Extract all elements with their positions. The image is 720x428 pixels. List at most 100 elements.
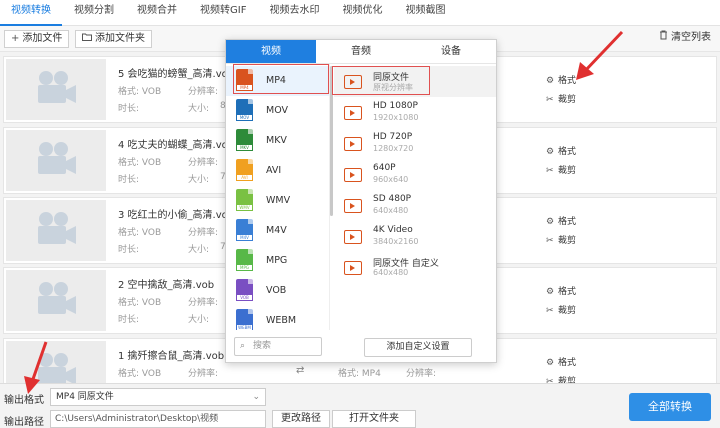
video-play-icon [344, 199, 362, 213]
output-resolution: 分辨率: [406, 369, 437, 379]
format-settings-button[interactable]: ⚙ 格式 [546, 144, 576, 157]
quality-title: HD 1080P [373, 101, 418, 111]
format-label: 格式 [558, 147, 577, 157]
file-duration: 时长: [118, 315, 140, 325]
video-thumbnail [6, 200, 106, 261]
add-folder-button[interactable]: 添加文件夹 [75, 30, 152, 48]
trim-label: 裁剪 [558, 306, 577, 316]
add-file-label: 添加文件 [22, 33, 63, 44]
tab-video-to-gif[interactable]: 视频转GIF [189, 0, 257, 26]
file-name: 2 空中擒敌_高清.vob [118, 280, 215, 291]
clear-list-button[interactable]: 清空列表 [659, 30, 711, 48]
format-label: 格式 [558, 358, 577, 368]
quality-title: 4K Video [373, 225, 413, 235]
quality-item-640p[interactable]: 640P 960x640 [334, 159, 496, 190]
film-camera-icon [38, 282, 76, 314]
scissors-icon: ✂ [546, 306, 554, 316]
format-label: WMV [266, 195, 291, 206]
add-file-button[interactable]: + 添加文件 [4, 30, 70, 48]
format-item-wmv[interactable]: WMV WMV [226, 186, 329, 216]
format-list: MP4 MP4 MOV MOV MKV MKV AVI AVI WMV WMV … [226, 64, 330, 330]
quality-item-1080p[interactable]: HD 1080P 1920x1080 [334, 97, 496, 128]
add-folder-label: 添加文件夹 [95, 33, 145, 44]
m4v-file-icon: M4V [236, 219, 253, 241]
tab-remove-watermark[interactable]: 视频去水印 [258, 0, 330, 26]
format-settings-button[interactable]: ⚙ 格式 [546, 355, 576, 368]
format-label: VOB [266, 285, 287, 296]
format-item-avi[interactable]: AVI AVI [226, 156, 329, 186]
format-label: 格式 [558, 217, 577, 227]
tab-video-formats[interactable]: 视频 [226, 40, 316, 63]
tab-video-convert[interactable]: 视频转换 [0, 0, 62, 26]
file-size: 大小: [188, 315, 210, 325]
file-format: 格式: VOB [118, 87, 162, 97]
scissors-icon: ✂ [546, 236, 554, 246]
tab-video-merge[interactable]: 视频合并 [126, 0, 188, 26]
quality-resolution: 640x480 [373, 206, 409, 215]
quality-title: 640P [373, 163, 396, 173]
format-item-m4v[interactable]: M4V M4V [226, 216, 329, 246]
tab-video-optimize[interactable]: 视频优化 [331, 0, 393, 26]
open-folder-button[interactable]: 打开文件夹 [332, 410, 416, 428]
tab-audio-formats[interactable]: 音频 [316, 40, 406, 63]
gear-icon: ⚙ [546, 217, 555, 227]
quality-item-720p[interactable]: HD 720P 1280x720 [334, 128, 496, 159]
format-label: 格式 [558, 287, 577, 297]
scissors-icon: ✂ [546, 95, 554, 105]
file-duration: 时长: [118, 104, 140, 114]
output-path-label: 输出路径 [4, 417, 44, 428]
highlight-box [233, 64, 329, 94]
file-resolution: 分辨率: [188, 369, 219, 379]
convert-all-button[interactable]: 全部转换 [629, 393, 711, 421]
file-format: 格式: VOB [118, 369, 162, 379]
tab-video-screenshot[interactable]: 视频截图 [394, 0, 456, 26]
search-placeholder: 搜索 [253, 341, 272, 351]
format-item-mov[interactable]: MOV MOV [226, 96, 329, 126]
tab-video-split[interactable]: 视频分割 [63, 0, 125, 26]
format-label: AVI [266, 165, 282, 176]
video-thumbnail [6, 270, 106, 331]
video-play-icon [344, 168, 362, 182]
clear-list-label: 清空列表 [671, 32, 711, 43]
format-settings-button[interactable]: ⚙ 格式 [546, 214, 576, 227]
mpg-file-icon: MPG [236, 249, 253, 271]
trim-button[interactable]: ✂ 裁剪 [546, 303, 576, 316]
file-name: 4 吃丈夫的蝴蝶_高清.vob [118, 140, 235, 151]
output-path-field[interactable]: C:\Users\Administrator\Desktop\视频 [50, 410, 266, 428]
file-format: 格式: VOB [118, 158, 162, 168]
format-item-mkv[interactable]: MKV MKV [226, 126, 329, 156]
trim-button[interactable]: ✂ 裁剪 [546, 92, 576, 105]
format-item-mpg[interactable]: MPG MPG [226, 246, 329, 276]
format-settings-button[interactable]: ⚙ 格式 [546, 284, 576, 297]
video-play-icon [344, 137, 362, 151]
quality-item-480p[interactable]: SD 480P 640x480 [334, 190, 496, 221]
trim-button[interactable]: ✂ 裁剪 [546, 163, 576, 176]
format-item-vob[interactable]: VOB VOB [226, 276, 329, 306]
mov-file-icon: MOV [236, 99, 253, 121]
quality-item-custom[interactable]: 同原文件 自定义 640x480 [334, 252, 496, 283]
film-camera-icon [38, 212, 76, 244]
format-item-webm[interactable]: WEBM WEBM [226, 306, 329, 330]
plus-icon: + [11, 33, 20, 44]
quality-item-4k[interactable]: 4K Video 3840x2160 [334, 221, 496, 252]
file-format: 格式: VOB [118, 228, 162, 238]
add-custom-setting-button[interactable]: 添加自定义设置 [364, 338, 472, 357]
scissors-icon: ✂ [546, 166, 554, 176]
trim-label: 裁剪 [558, 95, 577, 105]
format-label: WEBM [266, 315, 297, 326]
change-path-button[interactable]: 更改路径 [272, 410, 330, 428]
quality-resolution: 1920x1080 [373, 113, 419, 122]
file-duration: 时长: [118, 245, 140, 255]
gear-icon: ⚙ [546, 76, 555, 86]
file-size: 大小: [188, 245, 210, 255]
trim-button[interactable]: ✂ 裁剪 [546, 233, 576, 246]
tab-device-formats[interactable]: 设备 [406, 40, 496, 63]
trash-icon [659, 30, 668, 46]
file-name: 5 会吃猫的螃蟹_高清.vob [118, 69, 235, 80]
file-name: 3 吃红土的小偷_高清.vob [118, 210, 235, 221]
output-settings-bar: 输出格式 MP4 同原文件 ⌄ 输出路径 C:\Users\Administra… [0, 383, 720, 428]
gear-icon: ⚙ [546, 358, 555, 368]
format-search-input[interactable]: ⌕ 搜索 [234, 337, 322, 356]
quality-resolution: 960x640 [373, 175, 409, 184]
output-format-select[interactable]: MP4 同原文件 ⌄ [50, 388, 266, 406]
